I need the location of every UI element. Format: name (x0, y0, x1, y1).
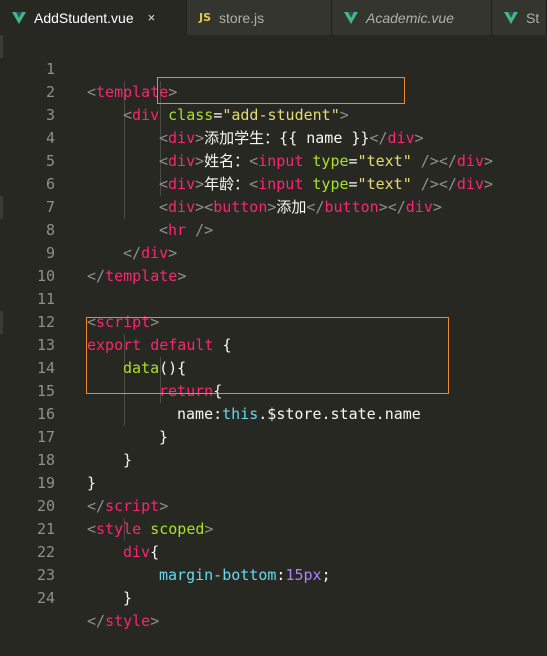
tab-label: AddStudent.vue (34, 9, 134, 26)
code-line: 18 } (0, 426, 547, 492)
code-text: } (123, 589, 133, 607)
code-line: 7 <hr /> (0, 173, 547, 239)
code-line: 15 name:this.$store.state.name (0, 357, 547, 423)
code-line: 10 (0, 242, 547, 285)
code-editor[interactable]: 1 <template> 2 <div class="add-student">… (0, 35, 547, 630)
code-line: 3 <div>添加学生：{{ name }}</div> (0, 81, 547, 147)
code-line: 12 export default { (0, 288, 547, 354)
code-line: 22 margin-bottom:15px; (0, 518, 547, 584)
code-line: 13 data(){ (0, 311, 547, 377)
code-line: 16 } (0, 380, 547, 446)
js-file-icon: JS (199, 11, 212, 24)
code-line: 6 <div><button>添加</button></div> (0, 150, 547, 216)
vue-file-icon (504, 11, 518, 24)
code-line: 8 </div> (0, 196, 547, 262)
tab-addstudent-vue[interactable]: AddStudent.vue × (0, 0, 187, 35)
code-line: 14 return{ (0, 334, 547, 400)
code-line: 5 <div>年龄：<input type="text" /></div> (0, 127, 547, 193)
tab-st[interactable]: St (492, 0, 547, 35)
code-line: 2 <div class="add-student"> (0, 58, 547, 124)
code-line: 23 } (0, 541, 547, 607)
code-text: </style> (87, 612, 160, 630)
close-icon[interactable]: × (148, 10, 156, 25)
code-line: 20 <style scoped> (0, 472, 547, 538)
line-number: 24 (36, 589, 55, 607)
tab-academic-vue[interactable]: Academic.vue (332, 0, 492, 35)
code-line: 17 } (0, 403, 547, 469)
tab-label: St (526, 9, 540, 26)
code-line: 19 </script> (0, 449, 547, 515)
vue-file-icon (12, 11, 26, 24)
vue-file-icon (344, 11, 358, 24)
code-line: 9 </template> (0, 219, 547, 285)
code-line: 1 <template> (0, 35, 547, 101)
code-line: 11 <script> (0, 265, 547, 331)
tab-store-js[interactable]: JS store.js (187, 0, 332, 35)
tab-label: Academic.vue (366, 9, 454, 26)
editor-tab-bar: AddStudent.vue × JS store.js Academic.vu… (0, 0, 547, 35)
code-line: 4 <div>姓名：<input type="text" /></div> (0, 104, 547, 170)
tab-label: store.js (219, 9, 265, 26)
code-line: 21 div{ (0, 495, 547, 561)
code-line: 24 </style> (0, 564, 547, 630)
